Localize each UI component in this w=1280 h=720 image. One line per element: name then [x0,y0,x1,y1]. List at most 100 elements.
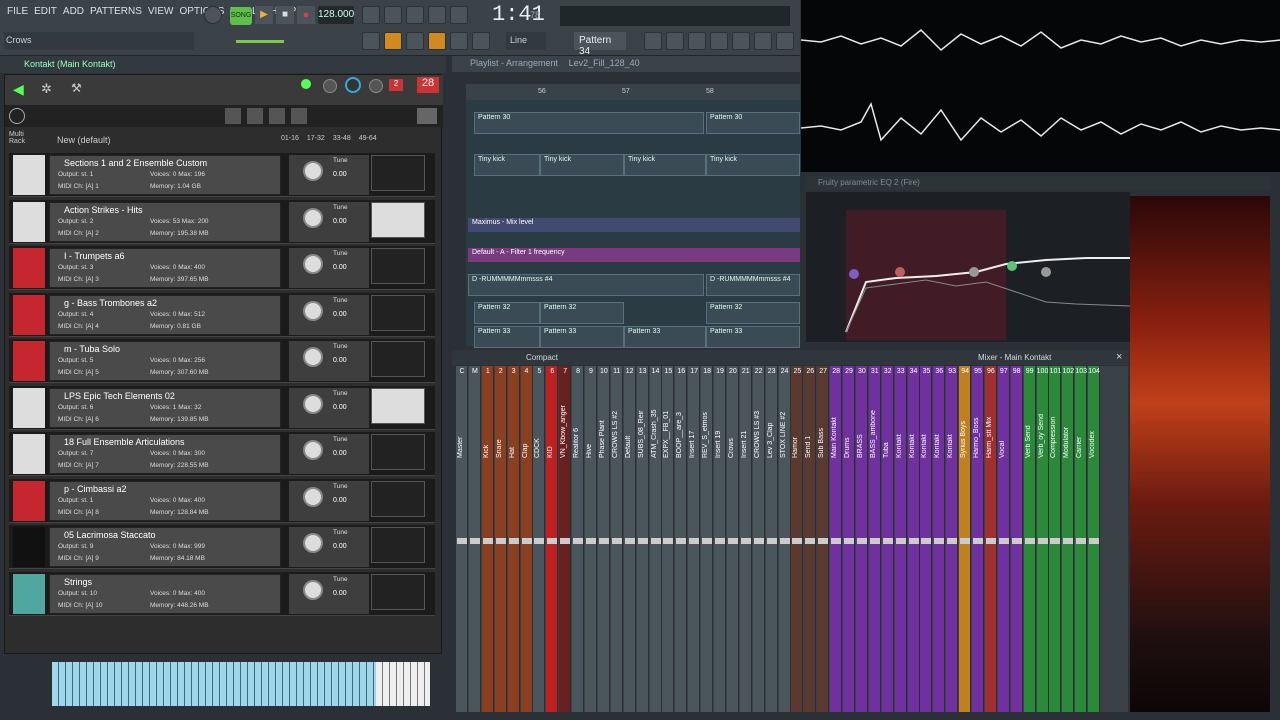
volume-fader[interactable] [779,538,790,544]
wait-icon[interactable] [384,6,402,24]
volume-fader[interactable] [844,538,854,544]
midi-info[interactable]: MIDI Ch: [A] 1 [58,183,99,190]
instrument-header[interactable]: I - Trumpets a6 Output: st. 3 MIDI Ch: [A]… [49,248,281,288]
volume-fader[interactable] [482,538,493,544]
volume-fader[interactable] [973,538,983,544]
mixer-track-label[interactable]: ATM_Crash_35 [651,388,661,458]
pattern-song-knob[interactable] [204,6,222,24]
tune-knob[interactable] [303,161,323,181]
midi-info[interactable]: MIDI Ch: [A] 2 [58,230,99,237]
instrument-name[interactable]: 05 Lacrimosa Staccato [64,530,214,540]
mixer-strip[interactable]: 21 Insert 21 [739,366,752,712]
blend-notes-icon[interactable] [450,6,468,24]
mixer-track-label[interactable]: Main Kontakt [831,388,841,458]
midi-info[interactable]: MIDI Ch: [A] 4 [58,323,99,330]
volume-fader[interactable] [495,538,506,544]
instrument-slot[interactable]: I - Trumpets a6 Output: st. 3 MIDI Ch: [A]… [9,246,435,290]
mixer-strip[interactable]: 14 ATM_Crash_35 [649,366,662,712]
volume-fader[interactable] [1037,538,1048,544]
volume-fader[interactable] [611,538,622,544]
mixer-track-label[interactable]: Modulator [1063,388,1073,458]
step-edit-icon[interactable] [428,6,446,24]
mixer-track-label[interactable]: SUBS_08_Reir [638,388,648,458]
volume-fader[interactable] [469,538,480,544]
volume-fader[interactable] [921,538,932,544]
volume-fader[interactable] [947,538,958,544]
volume-fader[interactable] [534,538,545,544]
mixer-track-label[interactable]: Insert 19 [715,388,725,458]
mixer-track-label[interactable]: Phase Plant [599,388,609,458]
clip[interactable]: Tiny kick [474,154,540,176]
volume-fader[interactable] [547,538,558,544]
mixer-strip[interactable]: 102 Modulator [1062,366,1075,712]
midi-info[interactable]: MIDI Ch: [A] 3 [58,276,99,283]
mixer-strip[interactable]: 35 Kontakt [920,366,933,712]
mixer-strip[interactable]: 98 [1010,366,1023,712]
volume-fader[interactable] [676,538,687,544]
volume-fader[interactable] [934,538,945,544]
mixer-track-label[interactable]: Verb_oy Send [1038,388,1048,458]
instrument-name[interactable]: Sections 1 and 2 Ensemble Custom [64,158,214,168]
mixer-strip[interactable]: 104 Vocodex [1088,366,1101,712]
mixer-track-label[interactable]: BRASS [857,388,867,458]
mixer-strip[interactable]: 28 Main Kontakt [830,366,843,712]
volume-fader[interactable] [766,538,777,544]
mixer-track-label[interactable]: Carrier [1076,388,1086,458]
mixer-strip[interactable]: 24 STOX LINE #2 [778,366,791,712]
mixer-track-label[interactable]: BOOP__are_3 [676,388,686,458]
mixer-strip[interactable]: 97 Vocal [997,366,1010,712]
mixer-track-label[interactable] [1012,388,1022,458]
output-info[interactable]: Output: st. 1 [58,497,93,504]
mixer-track-label[interactable]: Lev 3_Clap [767,388,777,458]
instrument-slot[interactable]: p - Cimbassi a2 Output: st. 1 MIDI Ch: [A]… [9,478,435,523]
tune-knob[interactable] [303,486,323,507]
mixer-track-label[interactable]: Snare [496,388,506,458]
volume-fader[interactable] [960,538,971,544]
output-info[interactable]: Output: st. 3 [58,264,93,271]
mixer-strip[interactable]: 23 Lev 3_Clap [765,366,778,712]
instrument-name[interactable]: Strings [64,577,214,587]
volume-fader[interactable] [689,538,700,544]
mixer-track-label[interactable]: Kontakt [909,388,919,458]
play-button[interactable]: ▶ [255,6,273,24]
mixer-track-label[interactable]: Kick [483,388,493,458]
output-info[interactable]: Output: st. 1 [58,171,93,178]
mixer-strip[interactable]: 15 EXPX__FB_01 [662,366,675,712]
channel-rack-icon[interactable] [644,32,662,50]
instrument-name[interactable]: p - Cimbassi a2 [64,484,214,494]
instrument-slot[interactable]: 18 Full Ensemble Articulations Output: st… [9,432,435,476]
mixer-track-label[interactable]: KID [547,388,557,458]
volume-fader[interactable] [869,538,880,544]
mixer-track-label[interactable]: Compression [1050,388,1060,458]
record-button[interactable]: ● [297,6,315,24]
tune-knob[interactable] [303,440,323,460]
mixer-strip[interactable]: 34 Kontakt [907,366,920,712]
mixer-strip[interactable]: 30 BRASS [855,366,868,712]
link-icon[interactable] [428,32,446,50]
mixer-strip[interactable]: 29 Drums [843,366,855,712]
mixer-track-label[interactable]: BASS_ambone [870,388,880,458]
rack-view-icon[interactable] [269,108,285,124]
mixer-strip[interactable]: 101 Compression [1049,366,1062,712]
mixer-strip[interactable]: 5 CDCK [533,366,546,712]
tab-page-2[interactable]: 17-32 [307,135,325,142]
clip[interactable]: Pattern 30 [706,112,800,134]
pitch-knob[interactable] [369,79,383,93]
timeline-ruler[interactable]: 56 57 58 [466,84,800,100]
mixer-layout-name[interactable]: Compact [526,353,558,362]
project-icon[interactable] [732,32,750,50]
volume-fader[interactable] [831,538,842,544]
mixer-strip[interactable]: 33 Kontakt [894,366,907,712]
instrument-header[interactable]: p - Cimbassi a2 Output: st. 1 MIDI Ch: [A]… [49,480,281,521]
mixer-strip[interactable]: 20 Crows [726,366,739,712]
clip[interactable]: Pattern 33 [474,326,540,348]
mixer-track-label[interactable]: Sub Bass [818,388,828,458]
volume-fader[interactable] [1063,538,1074,544]
instrument-slot[interactable]: Strings Output: st. 10 MIDI Ch: [A] 10 Voic… [9,571,435,616]
instrument-name[interactable]: LPS Epic Tech Elements 02 [64,391,214,401]
midi-info[interactable]: MIDI Ch: [A] 8 [58,509,99,516]
instrument-name[interactable]: m - Tuba Solo [64,344,214,354]
volume-fader[interactable] [702,538,713,544]
mixer-track-label[interactable]: Hive [586,388,596,458]
output-info[interactable]: Output: st. 6 [58,404,93,411]
